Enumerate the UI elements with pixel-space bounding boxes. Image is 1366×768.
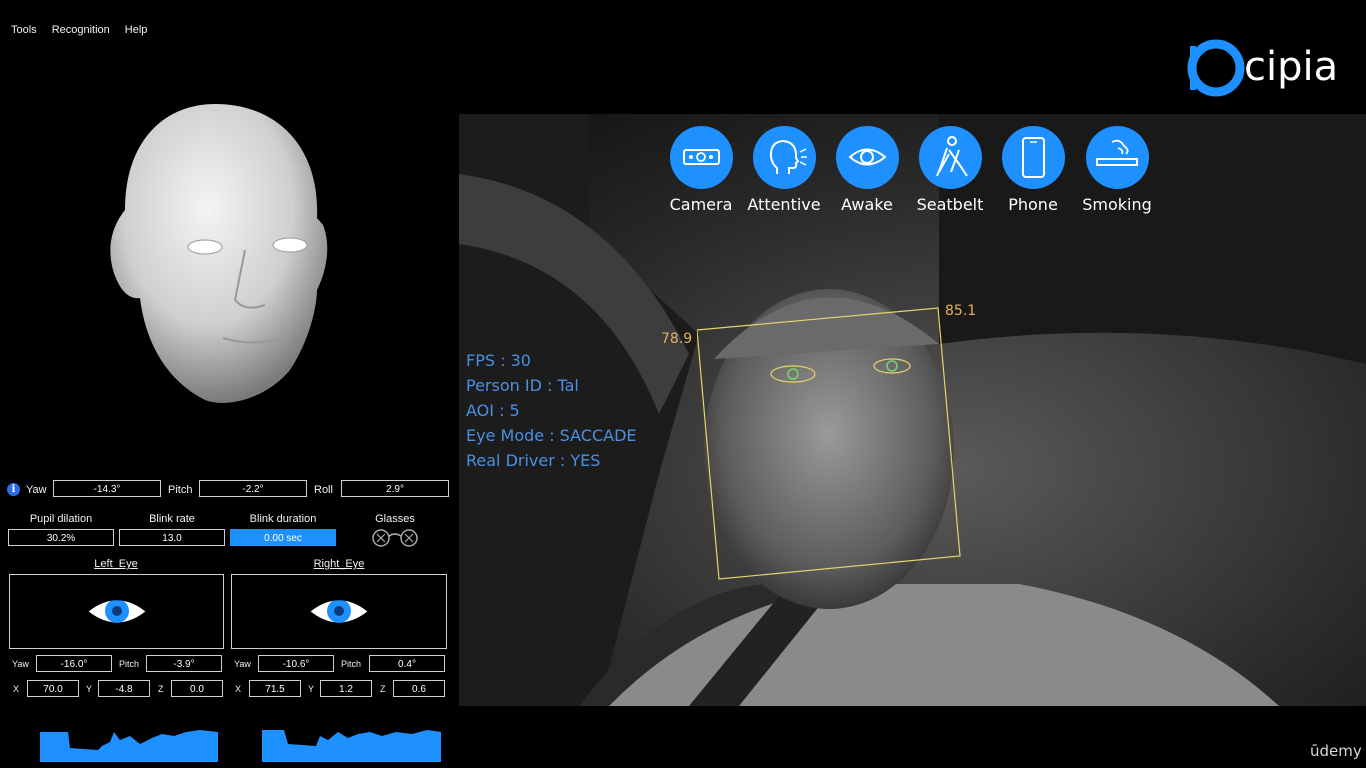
left-eye-yaw-label: Yaw (12, 659, 29, 669)
left-eye-y-value: -4.8 (98, 680, 150, 697)
left-eye-y-label: Y (86, 684, 93, 694)
camera-status-icon[interactable] (670, 126, 733, 189)
face-score-left: 78.9 (661, 331, 693, 347)
yaw-label: Yaw (26, 484, 47, 496)
smoking-status-icon[interactable] (1086, 126, 1149, 189)
roll-label: Roll (314, 484, 333, 496)
pitch-value: -2.2° (199, 480, 307, 497)
cipia-logo: cipia (1187, 39, 1338, 97)
blink-rate-label: Blink rate (149, 513, 195, 525)
right-eye-pitch-value: 0.4° (369, 655, 445, 672)
right-eye-y-label: Y (308, 684, 315, 694)
left-eye-z-value: 0.0 (171, 680, 223, 697)
left-eye-waveform (40, 730, 218, 762)
right-eye-pitch-label: Pitch (341, 659, 362, 669)
right-eye-icon (309, 598, 369, 623)
eye-icon (848, 148, 887, 166)
right-eye-x-label: X (235, 684, 242, 694)
info-icon[interactable]: i (7, 483, 20, 496)
right-eye-yaw-label: Yaw (234, 659, 251, 669)
fps-text: FPS : 30 (466, 351, 531, 370)
right-eye-yaw-value: -10.6° (258, 655, 334, 672)
face-score-right: 85.1 (945, 303, 977, 319)
glasses-label: Glasses (375, 513, 415, 525)
recognition-overlay: FPS : 30 Person ID : Tal AOI : 5 Eye Mod… (466, 348, 637, 473)
blink-duration-label: Blink duration (249, 513, 317, 525)
camera-icon (683, 149, 720, 165)
right-eye-z-value: 0.6 (393, 680, 445, 697)
attentive-status-icon[interactable] (753, 126, 816, 189)
seatbelt-icon (936, 136, 968, 177)
phone-icon (1022, 137, 1045, 178)
roll-value: 2.9° (341, 480, 449, 497)
glasses-icon (372, 529, 418, 547)
right-eye-title: Right_Eye (313, 558, 365, 570)
yaw-value: -14.3° (53, 480, 161, 497)
udemy-watermark: ūdemy (1310, 742, 1362, 760)
brand-name: cipia (1244, 44, 1338, 90)
menu-help[interactable]: Help (125, 24, 148, 42)
smoking-label: Smoking (1082, 195, 1152, 214)
right-eye-z-label: Z (380, 684, 386, 694)
menu-bar: Tools Recognition Help (0, 24, 147, 42)
head-3d-model (110, 104, 328, 403)
attentive-icon (769, 139, 807, 174)
pupil-dilation-label: Pupil dilation (29, 513, 93, 525)
menu-recognition[interactable]: Recognition (52, 24, 110, 42)
blink-duration-value: 0.00 sec (230, 529, 336, 546)
pupil-dilation-value: 30.2% (8, 529, 114, 546)
face-bounding-box (697, 307, 961, 580)
real-driver-text: Real Driver : YES (466, 451, 601, 470)
left-eye-pitch-label: Pitch (119, 659, 140, 669)
left-eye-yaw-value: -16.0° (36, 655, 112, 672)
smoking-icon (1096, 139, 1138, 166)
blink-rate-value: 13.0 (119, 529, 225, 546)
left-eye-pitch-value: -3.9° (146, 655, 222, 672)
eye-mode-text: Eye Mode : SACCADE (466, 426, 637, 445)
left-eye-z-label: Z (158, 684, 164, 694)
right-eye-waveform (262, 730, 441, 762)
aoi-text: AOI : 5 (466, 401, 520, 420)
right-eye-x-value: 71.5 (249, 680, 301, 697)
person-id-text: Person ID : Tal (466, 376, 579, 395)
phone-status-icon[interactable] (1002, 126, 1065, 189)
seatbelt-status-icon[interactable] (919, 126, 982, 189)
pitch-label: Pitch (168, 484, 193, 496)
left-eye-x-value: 70.0 (27, 680, 79, 697)
right-eye-y-value: 1.2 (320, 680, 372, 697)
left-eye-icon (87, 598, 147, 623)
menu-tools[interactable]: Tools (11, 24, 37, 42)
left-eye-x-label: X (13, 684, 20, 694)
left-eye-title: Left_Eye (94, 558, 138, 570)
awake-status-icon[interactable] (836, 126, 899, 189)
